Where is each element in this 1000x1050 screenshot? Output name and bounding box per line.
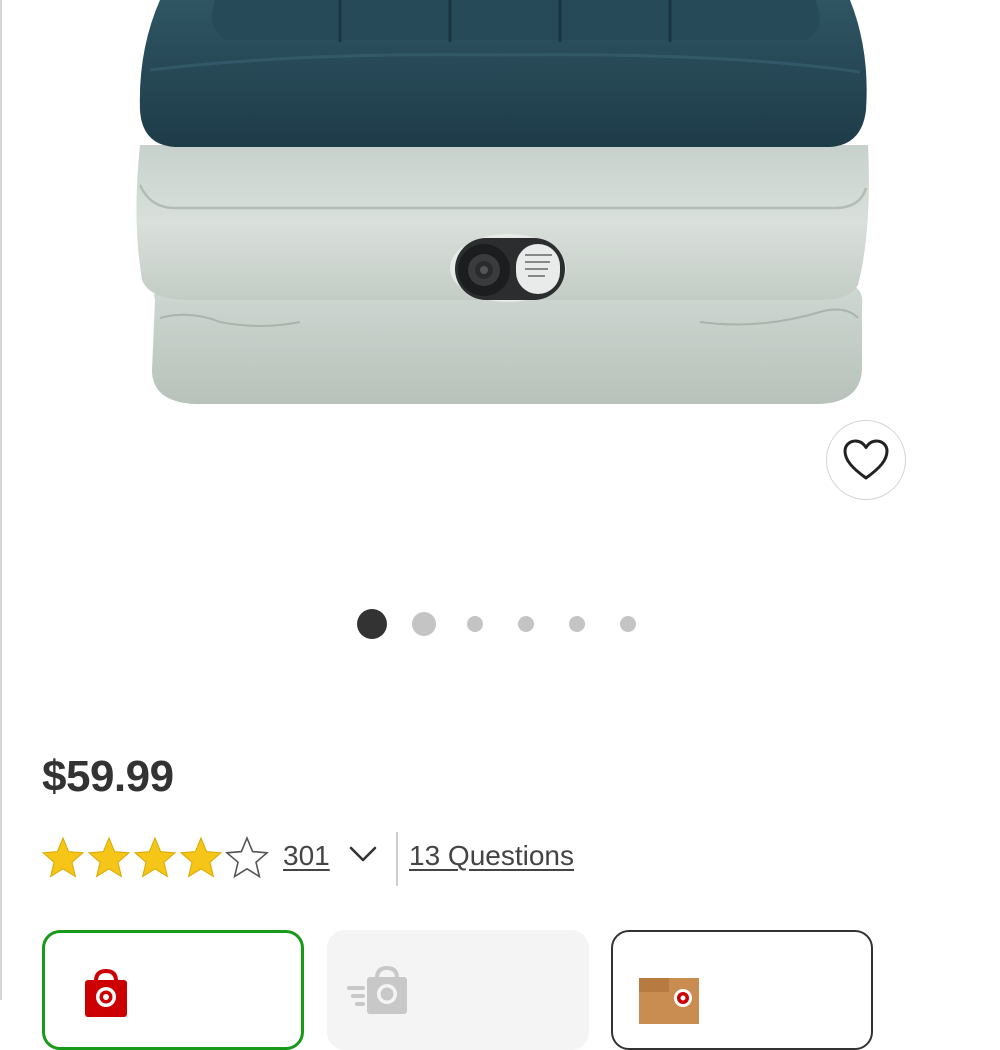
pickup-option-card[interactable] bbox=[42, 930, 304, 1050]
carousel-dot-4[interactable] bbox=[518, 616, 534, 632]
shipping-option-card[interactable] bbox=[611, 930, 873, 1050]
air-mattress-image bbox=[136, 0, 869, 404]
heart-outline-icon bbox=[843, 439, 889, 480]
review-count-link[interactable]: 301 bbox=[283, 840, 330, 872]
star-filled-icon bbox=[179, 836, 223, 878]
carousel-dot-6[interactable] bbox=[620, 616, 636, 632]
chevron-down-icon bbox=[349, 846, 377, 862]
rating-row: 301 13 Questions bbox=[40, 832, 740, 886]
carousel-dot-1[interactable] bbox=[357, 609, 387, 639]
carousel-dot-5[interactable] bbox=[569, 616, 585, 632]
box-icon bbox=[639, 978, 699, 1024]
star-rating[interactable] bbox=[40, 836, 270, 880]
carousel-dot-3[interactable] bbox=[467, 616, 483, 632]
star-filled-icon bbox=[133, 836, 177, 878]
star-filled-icon bbox=[41, 836, 85, 878]
fast-bag-icon bbox=[347, 965, 407, 1014]
expand-reviews-button[interactable] bbox=[348, 842, 378, 871]
same-day-delivery-option-card[interactable] bbox=[327, 930, 589, 1050]
star-filled-icon bbox=[87, 836, 131, 878]
favorite-button[interactable] bbox=[826, 420, 906, 500]
product-image[interactable] bbox=[0, 0, 1000, 600]
store-bag-icon bbox=[85, 968, 127, 1017]
carousel-indicator bbox=[0, 609, 1000, 639]
rating-divider bbox=[396, 832, 398, 886]
carousel-dot-2[interactable] bbox=[412, 612, 436, 636]
product-price: $59.99 bbox=[42, 752, 174, 801]
questions-link[interactable]: 13 Questions bbox=[409, 840, 574, 872]
star-empty-icon bbox=[225, 836, 269, 879]
